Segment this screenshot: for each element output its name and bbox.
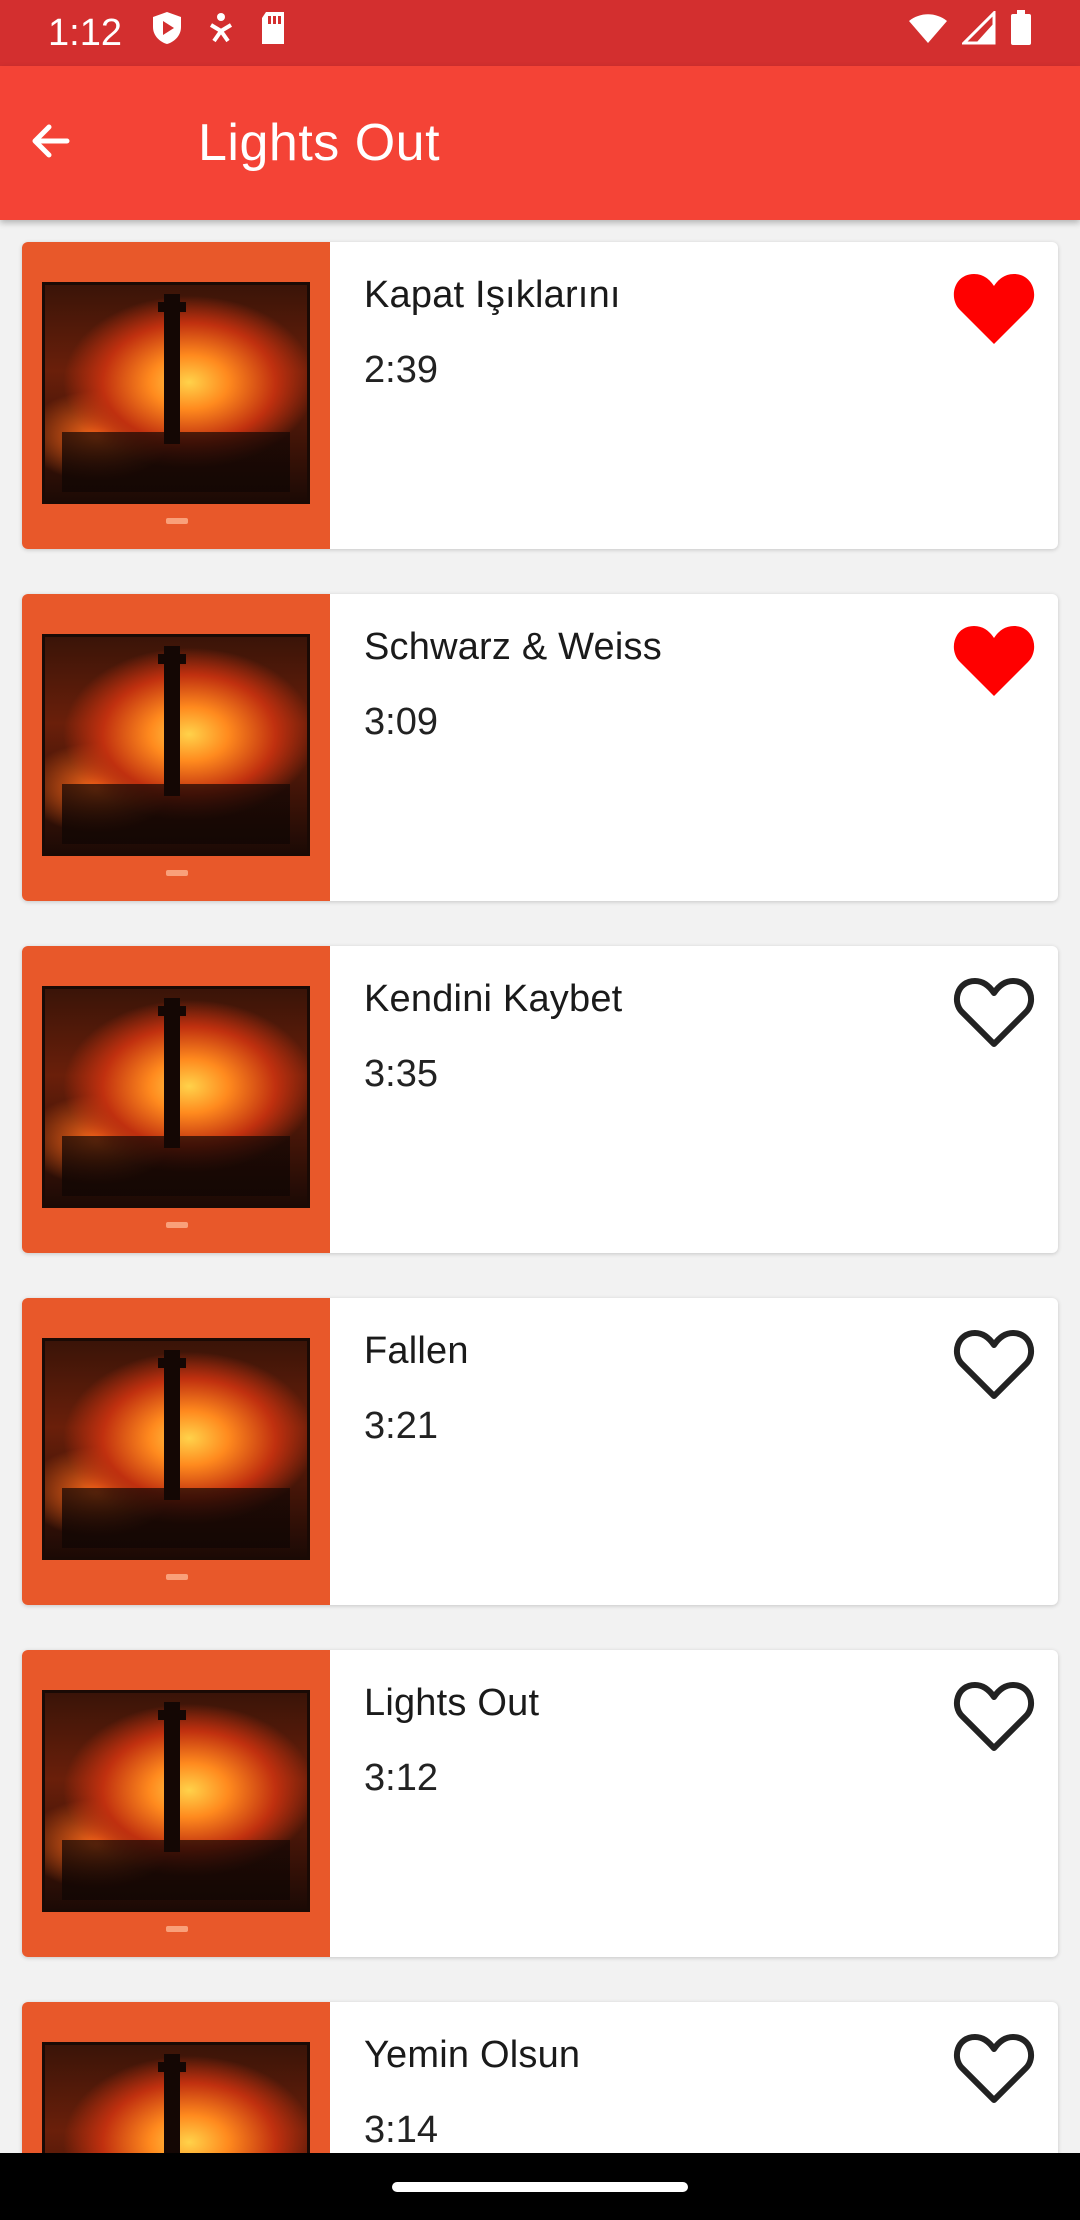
heart-outline-icon <box>952 2030 1036 2111</box>
signal-icon <box>960 9 996 55</box>
heart-outline-icon <box>952 1326 1036 1407</box>
song-duration: 3:14 <box>364 2109 438 2151</box>
sd-card-icon <box>258 10 288 56</box>
wifi-icon <box>908 12 948 55</box>
song-duration: 3:35 <box>364 1053 438 1095</box>
favorite-button[interactable] <box>952 1678 1036 1758</box>
album-cover <box>22 946 330 1253</box>
heart-outline-icon <box>952 974 1036 1055</box>
status-bar: 1:12 <box>0 0 1080 66</box>
home-gesture-handle[interactable] <box>392 2181 688 2192</box>
heart-outline-icon <box>952 1678 1036 1759</box>
status-left-icons <box>150 10 288 56</box>
back-button[interactable] <box>0 66 150 220</box>
accessibility-icon <box>206 11 236 55</box>
favorite-button[interactable] <box>952 270 1036 350</box>
favorite-button[interactable] <box>952 2030 1036 2110</box>
song-card[interactable]: Schwarz & Weiss 3:09 <box>22 594 1058 901</box>
favorite-button[interactable] <box>952 974 1036 1054</box>
album-cover <box>22 242 330 549</box>
song-card[interactable]: Fallen 3:21 <box>22 1298 1058 1605</box>
album-cover <box>22 1298 330 1605</box>
favorite-button[interactable] <box>952 622 1036 702</box>
favorite-button[interactable] <box>952 1326 1036 1406</box>
song-duration: 3:09 <box>364 701 438 743</box>
song-card[interactable]: Kendini Kaybet 3:35 <box>22 946 1058 1253</box>
page-title: Lights Out <box>198 114 441 172</box>
song-card[interactable]: Lights Out 3:12 <box>22 1650 1058 1957</box>
album-cover <box>22 594 330 901</box>
song-duration: 3:21 <box>364 1405 438 1447</box>
app-bar: Lights Out <box>0 66 1080 220</box>
heart-filled-icon <box>952 622 1036 703</box>
album-cover <box>22 1650 330 1957</box>
battery-icon <box>1010 10 1032 56</box>
song-duration: 3:12 <box>364 1757 438 1799</box>
play-protect-icon <box>150 10 184 56</box>
song-duration: 2:39 <box>364 349 438 391</box>
song-card[interactable]: Kapat Işıklarını 2:39 <box>22 242 1058 549</box>
status-time: 1:12 <box>48 11 122 54</box>
heart-filled-icon <box>952 270 1036 351</box>
navigation-bar <box>0 2153 1080 2220</box>
status-right-icons <box>908 9 1032 56</box>
